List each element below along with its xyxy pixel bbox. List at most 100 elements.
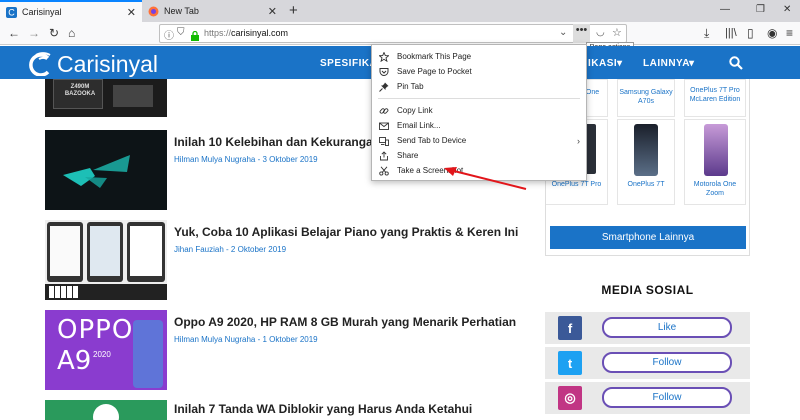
facebook-icon[interactable]: f — [558, 316, 582, 340]
menu-separator — [378, 98, 580, 99]
list-item[interactable]: Inilah 7 Tanda WA Diblokir yang Harus An… — [45, 400, 525, 420]
list-item[interactable]: Yuk, Coba 10 Aplikasi Belajar Piano yang… — [45, 220, 525, 300]
logo-text: Carisinyal — [57, 50, 158, 77]
pocket-icon — [378, 66, 389, 77]
menu-item-share[interactable]: Share — [372, 148, 586, 163]
info-icon[interactable]: ⓘ — [164, 27, 174, 42]
facebook-like-button[interactable]: Like — [602, 317, 732, 338]
article-thumbnail[interactable]: Z490M BAZOOKA — [45, 79, 167, 117]
chevron-down-icon: ▾ — [689, 58, 695, 69]
annotation-arrow — [444, 167, 527, 190]
scissors-icon — [378, 165, 389, 176]
menu-item-label: Email Link... — [397, 121, 441, 130]
instagram-icon[interactable]: ◎ — [558, 386, 582, 410]
tab-title: New Tab — [164, 6, 199, 16]
social-row-facebook: f Like — [545, 312, 750, 344]
close-tab-icon[interactable]: ✕ — [127, 6, 136, 19]
article-thumbnail[interactable] — [45, 130, 167, 210]
chevron-right-icon: › — [577, 135, 580, 146]
svg-text:C: C — [8, 7, 15, 17]
page-actions-icon[interactable]: ••• — [573, 24, 590, 43]
nav-lainnya[interactable]: LAINNYA — [643, 58, 690, 69]
article-meta: Hilman Mulya Nugraha - 3 Oktober 2019 — [174, 155, 318, 164]
library-icon[interactable]: |||\ — [725, 26, 737, 40]
back-arrow-icon[interactable]: ← — [8, 26, 20, 40]
motherboard-label: Z490M BAZOOKA — [64, 84, 96, 97]
bookmark-star-icon[interactable]: ☆ — [612, 26, 622, 39]
search-icon[interactable] — [729, 56, 743, 70]
pin-icon — [378, 81, 389, 92]
menu-item-label: Save Page to Pocket — [397, 67, 472, 76]
phone-name: OnePlus 7T Pro — [551, 181, 602, 188]
account-icon[interactable]: ◉ — [767, 26, 777, 40]
menu-item-label: Bookmark This Page — [397, 52, 472, 61]
forward-arrow-icon[interactable]: → — [28, 26, 40, 40]
tab-new-tab[interactable]: New Tab ✕ — [142, 0, 283, 22]
reload-icon[interactable]: ↻ — [49, 26, 59, 40]
article-title[interactable]: Inilah 10 Kelebihan dan Kekurangan — [174, 135, 380, 149]
article-title[interactable]: Oppo A9 2020, HP RAM 8 GB Murah yang Men… — [174, 315, 516, 329]
article-thumbnail[interactable] — [45, 400, 167, 420]
oppo-year-text: 2020 — [93, 350, 111, 359]
oppo-brand-text: OPPO — [57, 315, 134, 345]
email-icon — [378, 120, 389, 131]
phone-name: OnePlus 7T — [627, 181, 665, 188]
menu-item-label: Copy Link — [397, 106, 433, 115]
url-bar[interactable]: ⓘ ⛉ https://carisinyal.com ⌄ ••• ◡ ☆ — [159, 24, 627, 43]
phone-card[interactable]: OnePlus 7T — [617, 119, 675, 205]
phone-card[interactable]: OnePlus 7T Pro McLaren Edition — [684, 79, 746, 117]
nav-spesifikasi[interactable]: SPESIFIKA — [320, 58, 377, 69]
phone-card[interactable]: Samsung Galaxy A70s — [617, 79, 675, 117]
phone-card[interactable]: Motorola One Zoom — [684, 119, 746, 205]
instagram-follow-button[interactable]: Follow — [602, 387, 732, 408]
signal-logo-icon — [29, 52, 51, 76]
twitter-follow-button[interactable]: Follow — [602, 352, 732, 373]
close-window-button[interactable]: ✕ — [783, 4, 791, 15]
tab-carisinyal[interactable]: C Carisinyal ✕ — [0, 0, 142, 22]
tab-title: Carisinyal — [22, 7, 62, 17]
menu-item-send-tab[interactable]: Send Tab to Device › — [372, 133, 586, 148]
share-icon — [378, 150, 389, 161]
close-tab-icon[interactable]: ✕ — [268, 5, 277, 18]
tracking-shield-icon[interactable]: ⛉ — [177, 27, 185, 38]
minimize-button[interactable]: — — [720, 4, 730, 15]
smartphone-lainnya-button[interactable]: Smartphone Lainnya — [550, 226, 746, 249]
social-row-instagram: ◎ Follow — [545, 382, 750, 414]
restore-button[interactable]: ❐ — [756, 4, 765, 15]
device-icon — [378, 135, 389, 146]
tab-strip: C Carisinyal ✕ New Tab ✕ + — ❐ ✕ — [0, 0, 800, 22]
pocket-icon[interactable]: ◡ — [596, 27, 605, 38]
new-tab-button[interactable]: + — [289, 2, 298, 19]
twitter-icon[interactable]: t — [558, 351, 582, 375]
page-actions-menu: Bookmark This Page Save Page to Pocket P… — [371, 44, 587, 181]
menu-item-copy-link[interactable]: Copy Link — [372, 103, 586, 118]
home-icon[interactable]: ⌂ — [68, 26, 75, 40]
sidebar-icon[interactable]: ▯ — [747, 26, 754, 40]
article-title[interactable]: Yuk, Coba 10 Aplikasi Belajar Piano yang… — [174, 225, 518, 239]
article-meta: Jihan Fauziah - 2 Oktober 2019 — [174, 245, 287, 254]
menu-item-email-link[interactable]: Email Link... — [372, 118, 586, 133]
menu-item-save-pocket[interactable]: Save Page to Pocket — [372, 64, 586, 79]
phone-name: Samsung Galaxy A70s — [619, 89, 673, 105]
article-thumbnail[interactable] — [45, 220, 167, 300]
firefox-icon — [148, 6, 159, 17]
carisinyal-favicon: C — [6, 6, 17, 18]
chevron-down-icon[interactable]: ⌄ — [559, 27, 567, 38]
menu-icon[interactable]: ≡ — [786, 26, 793, 40]
phone-name: OnePlus 7T Pro McLaren Edition — [689, 87, 741, 103]
article-thumbnail[interactable]: OPPO A9 2020 — [45, 310, 167, 390]
oppo-model-text: A9 — [57, 346, 92, 376]
article-title[interactable]: Inilah 7 Tanda WA Diblokir yang Harus An… — [174, 402, 472, 416]
media-sosial-title: MEDIA SOSIAL — [601, 283, 694, 297]
site-logo[interactable]: Carisinyal — [28, 50, 158, 77]
phone-name: Motorola One Zoom — [693, 181, 737, 197]
menu-item-pin-tab[interactable]: Pin Tab — [372, 79, 586, 94]
menu-item-label: Send Tab to Device — [397, 136, 467, 145]
download-icon[interactable]: ⤓ — [704, 26, 709, 40]
list-item[interactable]: OPPO A9 2020 Oppo A9 2020, HP RAM 8 GB M… — [45, 310, 525, 390]
article-meta: Hilman Mulya Nugraha - 1 Oktober 2019 — [174, 335, 318, 344]
link-icon — [378, 105, 389, 116]
menu-item-label: Pin Tab — [397, 82, 424, 91]
menu-item-bookmark[interactable]: Bookmark This Page — [372, 49, 586, 64]
nav-aplikasi[interactable]: IKASI — [588, 58, 617, 69]
